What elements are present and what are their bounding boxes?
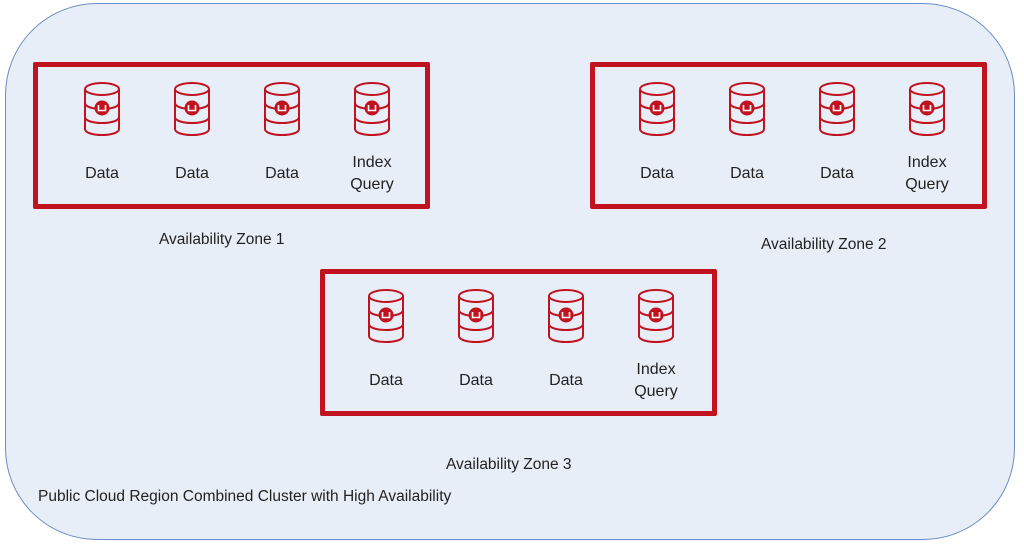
database-icon	[352, 81, 392, 137]
node-label: Index Query	[326, 152, 418, 196]
node-label: Index Query	[610, 359, 702, 403]
node-label-line: Query	[905, 176, 949, 193]
data-node: Data	[520, 274, 610, 411]
data-node: Data	[701, 67, 791, 204]
node-label-line: Index	[352, 154, 392, 171]
node-label: Data	[85, 165, 119, 182]
database-icon	[817, 81, 857, 137]
node-label: Data	[820, 165, 854, 182]
data-node: Data	[236, 67, 326, 204]
data-node: Data	[611, 67, 701, 204]
database-icon	[172, 81, 212, 137]
node-label: Data	[265, 165, 299, 182]
data-node: Data	[146, 67, 236, 204]
region-label: Public Cloud Region Combined Cluster wit…	[38, 488, 452, 505]
database-icon	[262, 81, 302, 137]
database-icon	[366, 288, 406, 344]
node-label-line: Query	[634, 383, 678, 400]
data-node: Data	[56, 67, 146, 204]
node-label-line: Index	[907, 154, 947, 171]
node-label: Data	[549, 372, 583, 389]
availability-zone-3-box: Data Data Data Index Query	[320, 269, 717, 416]
zone-label: Availability Zone 2	[761, 236, 887, 253]
availability-zone-2-box: Data Data Data Index Query	[590, 62, 987, 209]
availability-zone-1-box: Data Data Data Index Query	[33, 62, 430, 209]
data-node: Data	[340, 274, 430, 411]
database-icon	[456, 288, 496, 344]
index-query-node: Index Query	[326, 67, 416, 204]
database-icon	[636, 288, 676, 344]
node-label: Data	[369, 372, 403, 389]
zone-label: Availability Zone 1	[159, 231, 285, 248]
node-label: Index Query	[881, 152, 973, 196]
database-icon	[907, 81, 947, 137]
node-label: Data	[459, 372, 493, 389]
node-label-line: Index	[636, 361, 676, 378]
node-label: Data	[175, 165, 209, 182]
database-icon	[637, 81, 677, 137]
node-label-line: Query	[350, 176, 394, 193]
node-label: Data	[640, 165, 674, 182]
zone-label: Availability Zone 3	[446, 456, 572, 473]
database-icon	[546, 288, 586, 344]
index-query-node: Index Query	[881, 67, 971, 204]
index-query-node: Index Query	[610, 274, 700, 411]
node-label: Data	[730, 165, 764, 182]
data-node: Data	[430, 274, 520, 411]
database-icon	[82, 81, 122, 137]
data-node: Data	[791, 67, 881, 204]
database-icon	[727, 81, 767, 137]
